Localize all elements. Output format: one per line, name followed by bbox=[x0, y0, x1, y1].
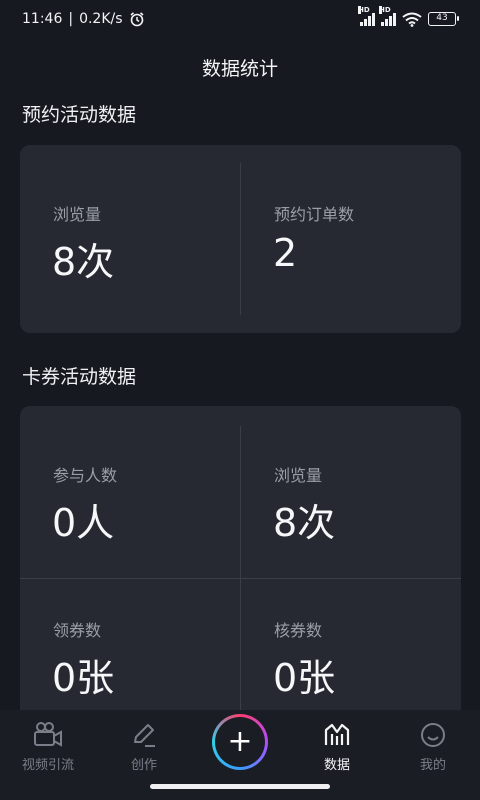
status-time: 11:46 bbox=[22, 11, 63, 27]
booking-section-title: 预约活动数据 bbox=[22, 104, 137, 126]
status-right: HD HD 43 bbox=[358, 6, 459, 27]
nav-label-data: 数据 bbox=[323, 758, 350, 773]
chart-icon bbox=[324, 723, 350, 745]
coupon-redeemed-label: 核券数 bbox=[274, 621, 323, 640]
battery-level: 43 bbox=[436, 13, 448, 23]
coupon-participants-cell: 参与人数 0人 bbox=[20, 406, 240, 578]
status-net-speed: 0.2K/s bbox=[79, 11, 123, 27]
coupon-views-value: 8次 bbox=[273, 501, 336, 545]
booking-views-cell: 浏览量 8次 bbox=[20, 145, 240, 333]
pencil-icon bbox=[134, 724, 155, 747]
coupon-claimed-value: 0张 bbox=[52, 656, 115, 700]
coupon-views-cell: 浏览量 8次 bbox=[241, 406, 461, 578]
video-camera-icon bbox=[34, 722, 62, 747]
coupon-views-label: 浏览量 bbox=[274, 466, 323, 485]
booking-views-label: 浏览量 bbox=[53, 205, 102, 224]
nav-label-video-traffic: 视频引流 bbox=[21, 758, 74, 773]
nav-item-data[interactable]: 数据 bbox=[289, 720, 385, 773]
wifi-icon bbox=[402, 12, 422, 27]
coupon-participants-value: 0人 bbox=[52, 501, 115, 545]
nav-label-create: 创作 bbox=[130, 758, 157, 773]
coupon-section-title: 卡券活动数据 bbox=[22, 366, 137, 388]
coupon-redeemed-cell: 核券数 0张 bbox=[241, 579, 461, 726]
nav-item-create[interactable]: 创作 bbox=[96, 720, 192, 773]
coupon-redeemed-value: 0张 bbox=[273, 656, 336, 700]
booking-views-value: 8次 bbox=[52, 240, 115, 284]
signal-sim2-icon: HD bbox=[379, 6, 396, 26]
nav-label-mine: 我的 bbox=[419, 758, 446, 773]
booking-orders-cell: 预约订单数 2 bbox=[241, 145, 461, 333]
home-indicator[interactable] bbox=[150, 784, 330, 789]
nav-item-mine[interactable]: 我的 bbox=[385, 720, 480, 773]
page-title: 数据统计 bbox=[201, 58, 278, 80]
sim1-hd-tag: HD bbox=[358, 6, 370, 14]
alarm-icon bbox=[130, 12, 144, 27]
booking-orders-value: 2 bbox=[273, 231, 298, 275]
signal-sim1-icon: HD bbox=[358, 6, 375, 26]
sim2-hd-tag: HD bbox=[379, 6, 391, 14]
coupon-claimed-label: 领券数 bbox=[53, 621, 102, 640]
coupon-participants-label: 参与人数 bbox=[53, 466, 118, 485]
status-bar: 11:46 | 0.2K/s HD HD 43 bbox=[0, 0, 480, 38]
coupon-claimed-cell: 领券数 0张 bbox=[20, 579, 240, 726]
booking-stats-card: 浏览量 8次 预约订单数 2 bbox=[20, 145, 461, 333]
status-separator: | bbox=[68, 11, 74, 27]
nav-item-video-traffic[interactable]: 视频引流 bbox=[0, 720, 96, 773]
plus-icon: + bbox=[215, 717, 265, 767]
smile-icon bbox=[421, 723, 445, 747]
add-button[interactable]: + bbox=[212, 714, 268, 770]
battery-icon: 43 bbox=[428, 12, 459, 26]
booking-orders-label: 预约订单数 bbox=[274, 205, 355, 224]
status-left: 11:46 | 0.2K/s bbox=[22, 11, 145, 27]
coupon-stats-card: 参与人数 0人 浏览量 8次 领券数 0张 核券数 0张 bbox=[20, 406, 461, 726]
